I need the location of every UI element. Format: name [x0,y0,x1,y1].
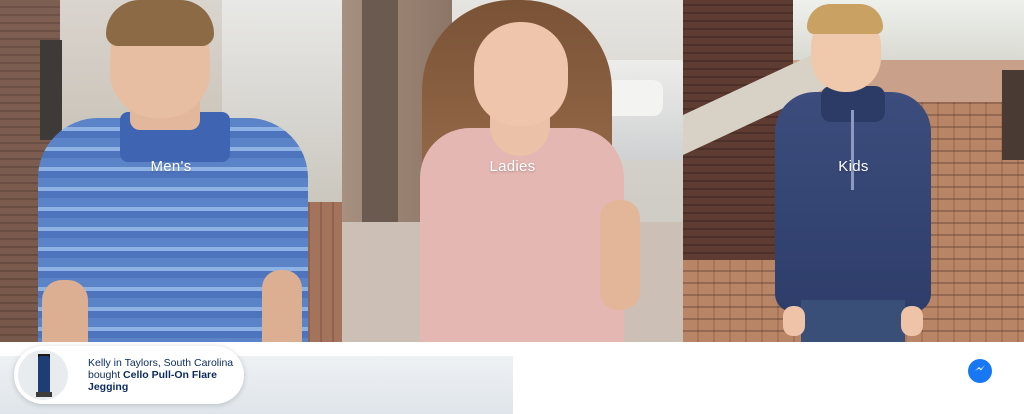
category-tile-kids[interactable]: Kids [683,0,1024,342]
popup-product-line: bought Cello Pull-On Flare Jegging [88,369,244,393]
messenger-chat-button[interactable] [968,359,992,383]
messenger-icon [973,362,987,381]
product-thumbnail [18,350,68,400]
category-tiles: Men's Ladies Kids [0,0,1024,342]
popup-customer-location: Kelly in Taylors, South Carolina [88,357,234,369]
category-label-ladies[interactable]: Ladies [342,158,683,175]
recent-purchase-popup[interactable]: Kelly in Taylors, South Carolina bought … [14,346,244,404]
category-label-mens[interactable]: Men's [0,158,342,175]
category-tile-ladies[interactable]: Ladies [342,0,683,342]
category-label-kids[interactable]: Kids [683,158,1024,175]
category-tile-mens[interactable]: Men's [0,0,342,342]
popup-message: Kelly in Taylors, South Carolina bought … [88,357,244,393]
popup-bought-text: bought [88,369,124,381]
